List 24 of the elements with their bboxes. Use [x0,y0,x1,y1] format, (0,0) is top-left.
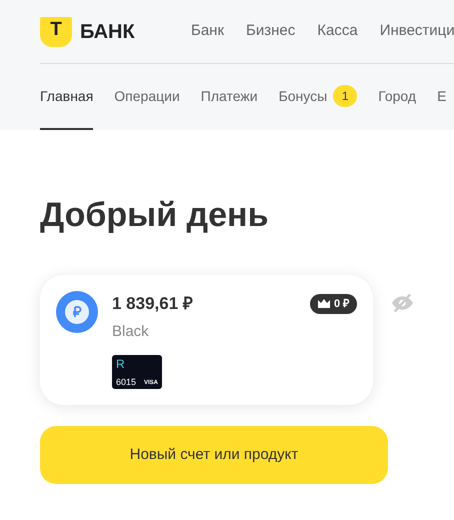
bonus-amount: 0 ₽ [334,296,350,312]
nav-link[interactable]: Бизнес [246,20,296,43]
nav-tab[interactable]: Е [437,64,446,130]
nav-tab[interactable]: Главная [40,64,94,130]
nav-link[interactable]: Касса [317,20,358,43]
greeting-heading: Добрый день [40,195,270,235]
nav-tab[interactable]: Город [378,64,416,130]
card-mark: R [116,357,126,371]
logo-shield: Т [40,16,72,46]
logo-text: БАНК [80,20,135,44]
new-product-button[interactable]: Новый счет или продукт [40,426,388,484]
card-number: 6015 [116,377,136,387]
ruble-icon [56,291,98,333]
count-badge: 1 [333,85,358,107]
crown-icon [318,299,330,308]
nav-link[interactable]: Банк [191,20,224,43]
balance-amount: 1 839,61 ₽ [112,293,193,315]
bonus-badge[interactable]: 0 ₽ [310,294,358,314]
eye-off-icon[interactable] [391,293,414,313]
nav-tab[interactable]: Платежи [200,64,258,130]
account-name: Black [112,322,150,342]
nav-link[interactable]: Инвестици [380,20,454,43]
nav-tab[interactable]: Бонусы 1 [278,64,358,130]
nav-tab[interactable]: Операции [114,64,180,130]
